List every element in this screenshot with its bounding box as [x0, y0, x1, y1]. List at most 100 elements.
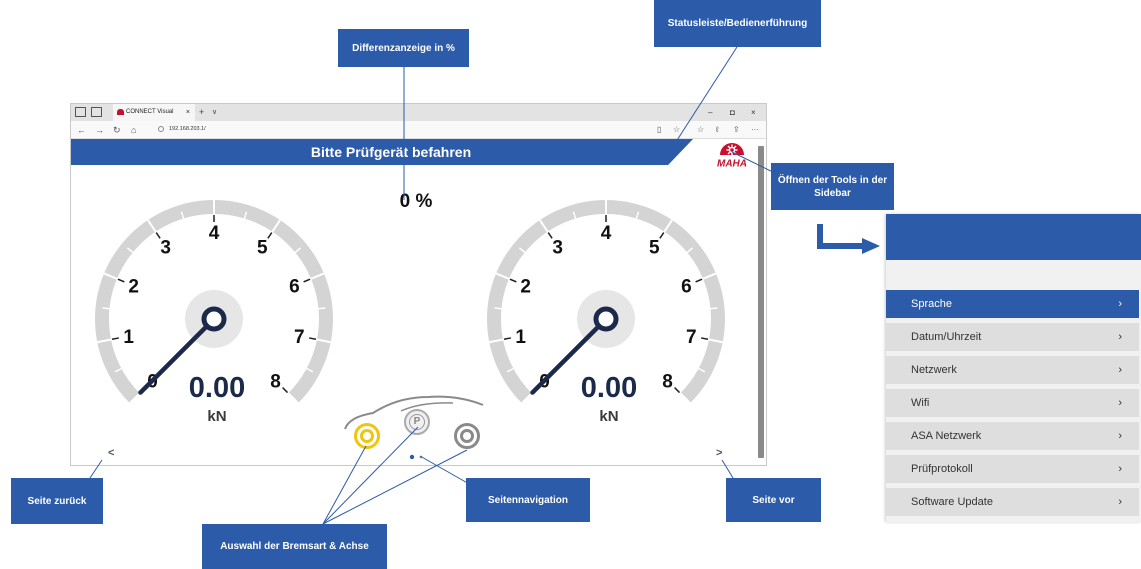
gauge-tick-inner	[117, 278, 125, 283]
gauge-tick-label: 7	[294, 327, 305, 348]
sidebar-item-sprache[interactable]: Sprache ›	[886, 290, 1139, 318]
axle-icon[interactable]	[454, 423, 480, 449]
sidebar-item-label: ASA Netzwerk	[911, 430, 982, 442]
sidebar-item-label: Software Update	[911, 496, 993, 508]
sidebar-item-label: Sprache	[911, 298, 952, 310]
gauge-tick-label: 6	[681, 277, 692, 298]
gauge-tick-label: 3	[160, 238, 171, 259]
gauge-tick-label: 4	[601, 223, 612, 244]
new-tab-button[interactable]: +	[199, 104, 204, 121]
gauge-tick-label: 1	[515, 327, 526, 348]
forward-arrow-icon[interactable]: →	[95, 121, 104, 139]
gauge-tick-inner	[267, 232, 273, 239]
gauge-tick-inner	[509, 278, 517, 283]
site-info-icon[interactable]	[158, 126, 164, 132]
chevron-right-icon: ›	[1118, 364, 1122, 376]
gauge-tick-label: 6	[289, 277, 300, 298]
back-arrow-icon[interactable]: ←	[77, 121, 86, 139]
chevron-right-icon: ›	[1118, 463, 1122, 475]
gauge-tick-inner	[695, 278, 703, 283]
gauge-tick	[710, 307, 718, 310]
tab-actions-icon[interactable]	[75, 107, 86, 117]
gauge-left-value: 0.00	[188, 372, 246, 404]
brake-active-icon[interactable]	[354, 423, 380, 449]
tab-close-icon[interactable]: ×	[186, 104, 190, 121]
tab-preview-icon[interactable]	[91, 107, 102, 117]
callout-statusbar: Statusleiste/Bedienerführung	[654, 0, 821, 47]
chevron-right-icon: ›	[1118, 430, 1122, 442]
maha-logo-icon[interactable]: MAHA	[715, 139, 749, 169]
parking-brake-letter: P	[409, 414, 425, 430]
gauge-tick-inner	[503, 337, 512, 341]
page-dot[interactable]	[419, 455, 423, 459]
home-icon[interactable]: ⌂	[131, 121, 136, 139]
minimize-button[interactable]: –	[708, 104, 712, 121]
gauge-right-value: 0.00	[580, 372, 638, 404]
reading-view-icon[interactable]: ▯	[657, 121, 661, 139]
page-forward-button[interactable]: >	[716, 447, 722, 459]
browser-tab[interactable]: CONNECT Visual ×	[113, 104, 195, 121]
page-dot-active[interactable]	[409, 454, 415, 460]
url-text: 192.168.203.1/	[169, 126, 206, 132]
maha-logo-text: MAHA	[717, 159, 747, 170]
difference-display: 0 %	[399, 191, 433, 212]
sidebar-item-pruefprotokoll[interactable]: Prüfprotokoll ›	[886, 455, 1139, 483]
chevron-right-icon: ›	[1118, 496, 1122, 508]
tab-strip: CONNECT Visual × + ∨ – ◘ ×	[71, 104, 766, 121]
sidebar-item-wifi[interactable]: Wifi ›	[886, 389, 1139, 417]
gauge-tick-inner	[659, 232, 665, 239]
gauge-tick-label: 4	[209, 223, 220, 244]
gauge-tick-inner	[282, 387, 289, 394]
favorite-star-icon[interactable]: ☆	[673, 121, 680, 139]
parking-brake-icon[interactable]: P	[404, 409, 430, 435]
sidebar-item-asa-netzwerk[interactable]: ASA Netzwerk ›	[886, 422, 1139, 450]
chevron-right-icon: ›	[1118, 331, 1122, 343]
gauge-tick-inner	[674, 387, 681, 394]
browser-window: CONNECT Visual × + ∨ – ◘ × ← → ↻ ⌂ 192.1…	[70, 103, 767, 466]
callout-tools: Öffnen der Tools in der Sidebar	[771, 163, 894, 210]
pen-icon[interactable]: ℓ	[716, 121, 719, 139]
gauge-tick-inner	[303, 278, 311, 283]
gauge-tick-label: 2	[520, 277, 531, 298]
tab-dropdown-icon[interactable]: ∨	[212, 104, 217, 121]
gauge-tick-label: 3	[552, 238, 563, 259]
gauge-tick-inner	[308, 337, 317, 341]
sidebar-header	[886, 214, 1141, 260]
tab-title: CONNECT Visual	[126, 109, 174, 115]
gauge-right-unit: kN	[599, 408, 619, 425]
reload-icon[interactable]: ↻	[113, 121, 121, 139]
sidebar-arrow-icon	[817, 224, 866, 249]
callout-back: Seite zurück	[11, 478, 103, 524]
sidebar-item-label: Datum/Uhrzeit	[911, 331, 982, 343]
favorites-icon[interactable]: ☆	[697, 121, 704, 139]
callout-page-nav: Seitennavigation	[466, 478, 590, 522]
tools-sidebar: Sprache › Datum/Uhrzeit › Netzwerk › Wif…	[886, 214, 1141, 522]
gauge-tick	[102, 307, 110, 310]
gauge-pivot	[201, 306, 227, 332]
scrollbar[interactable]	[758, 146, 764, 458]
address-bar: ← → ↻ ⌂ 192.168.203.1/ ▯ ☆ ☆ ℓ ⇪ ···	[71, 121, 766, 139]
sidebar-item-label: Netzwerk	[911, 364, 957, 376]
url-field[interactable]: 192.168.203.1/	[155, 123, 655, 136]
chevron-right-icon: ›	[1118, 298, 1122, 310]
gauge-tick-label: 1	[123, 327, 134, 348]
callout-forward: Seite vor	[726, 478, 821, 522]
sidebar-item-software-update[interactable]: Software Update ›	[886, 488, 1139, 516]
maximize-button[interactable]: ◘	[730, 104, 735, 121]
gauge-tick	[494, 307, 502, 310]
chevron-right-icon: ›	[1118, 397, 1122, 409]
close-window-button[interactable]: ×	[751, 104, 756, 121]
gauge-tick-label: 7	[686, 327, 697, 348]
gauge-tick	[318, 307, 326, 310]
sidebar-item-datum-uhrzeit[interactable]: Datum/Uhrzeit ›	[886, 323, 1139, 351]
callout-brake-select: Auswahl der Bremsart & Achse	[202, 524, 387, 569]
share-icon[interactable]: ⇪	[733, 121, 740, 139]
app-content: Bitte Prüfgerät befahren MAHA 0 % 012345…	[71, 139, 766, 465]
sidebar-item-label: Prüfprotokoll	[911, 463, 973, 475]
gauge-tick-inner	[111, 337, 120, 341]
page-back-button[interactable]: <	[108, 447, 114, 459]
more-icon[interactable]: ···	[751, 121, 759, 139]
gauge-tick-label: 5	[257, 238, 268, 259]
page-indicator[interactable]	[408, 453, 438, 461]
sidebar-item-netzwerk[interactable]: Netzwerk ›	[886, 356, 1139, 384]
